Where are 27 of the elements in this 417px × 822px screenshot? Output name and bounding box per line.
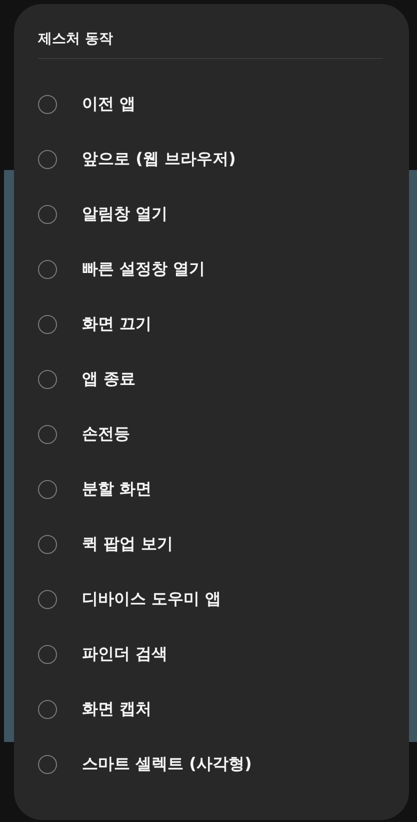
- option-label[interactable]: 분할 화면: [82, 479, 152, 500]
- option-label[interactable]: 손전등: [82, 424, 130, 445]
- option-label[interactable]: 스마트 셀렉트 (사각형): [82, 754, 252, 775]
- radio-button[interactable]: [38, 755, 57, 774]
- option-label[interactable]: 화면 캡처: [82, 699, 152, 720]
- radio-button[interactable]: [38, 205, 57, 224]
- option-label[interactable]: 빠른 설정창 열기: [82, 259, 206, 280]
- radio-button[interactable]: [38, 150, 57, 169]
- option-label[interactable]: 이전 앱: [82, 94, 136, 115]
- radio-button[interactable]: [38, 590, 57, 609]
- option-label[interactable]: 알림창 열기: [82, 204, 168, 225]
- radio-button[interactable]: [38, 260, 57, 279]
- option-label[interactable]: 앱 종료: [82, 369, 136, 390]
- radio-button[interactable]: [38, 425, 57, 444]
- radio-button[interactable]: [38, 645, 57, 664]
- radio-button[interactable]: [38, 370, 57, 389]
- option-label[interactable]: 디바이스 도우미 앱: [82, 589, 222, 610]
- option-label[interactable]: 화면 끄기: [82, 314, 152, 335]
- radio-button[interactable]: [38, 95, 57, 114]
- option-label[interactable]: 파인더 검색: [82, 644, 168, 665]
- option-label[interactable]: 퀵 팝업 보기: [82, 534, 174, 555]
- radio-button[interactable]: [38, 535, 57, 554]
- radio-button[interactable]: [38, 315, 57, 334]
- radio-button[interactable]: [38, 700, 57, 719]
- dialog-title: 제스처 동작: [38, 30, 114, 49]
- radio-button[interactable]: [38, 480, 57, 499]
- option-label[interactable]: 앞으로 (웹 브라우저): [82, 149, 236, 170]
